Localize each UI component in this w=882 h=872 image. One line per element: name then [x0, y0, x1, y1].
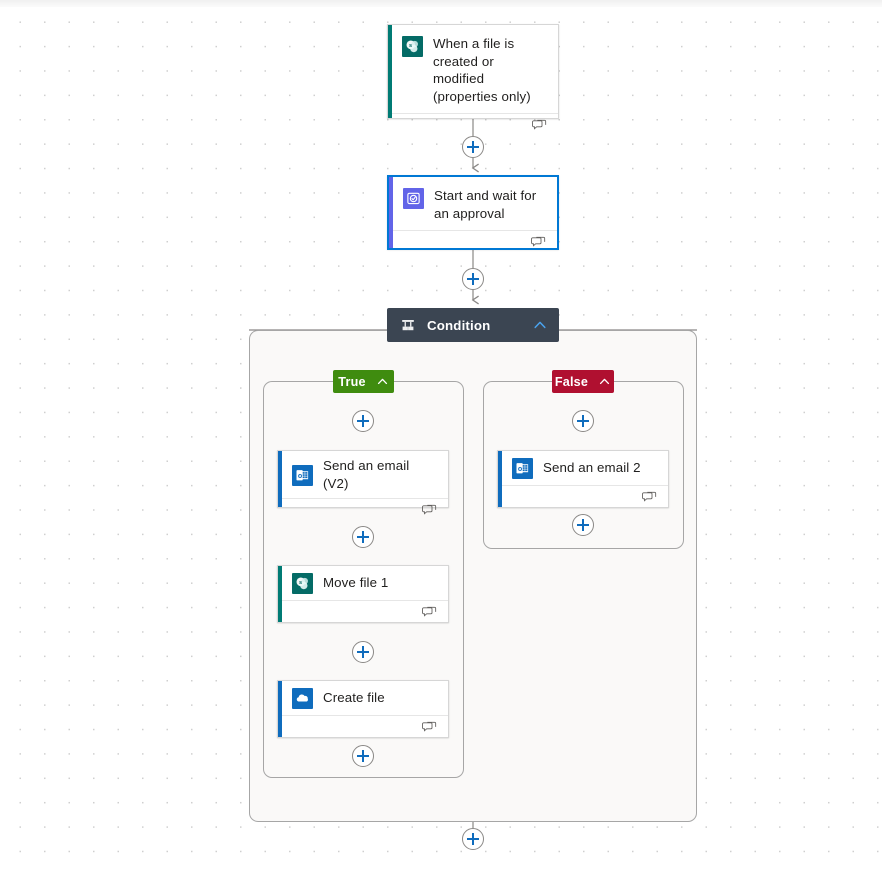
card-title: Send an email 2	[543, 460, 641, 476]
chevron-up-icon[interactable]	[532, 317, 548, 333]
card-title: Send an email (V2)	[323, 458, 410, 491]
card-accent-bar	[498, 451, 502, 507]
insert-step-button-false-top[interactable]	[572, 410, 594, 432]
card-title: When a file is created or modified (prop…	[433, 36, 531, 104]
comment-icon[interactable]	[532, 119, 547, 132]
false-branch-pill[interactable]: False	[552, 370, 614, 393]
card-header: Create file	[278, 681, 448, 715]
card-accent-bar	[278, 451, 282, 507]
card-header: s When a file is created or modified (pr…	[388, 25, 558, 113]
chevron-up-icon[interactable]	[376, 375, 389, 388]
card-header: o Send an email (V2)	[278, 451, 448, 498]
action-card-create-file[interactable]: Create file	[277, 680, 449, 738]
insert-step-button-false-bottom[interactable]	[572, 514, 594, 536]
insert-step-button-true-top[interactable]	[352, 410, 374, 432]
card-title: Move file 1	[323, 575, 389, 591]
action-card-move-file-1[interactable]: s Move file 1	[277, 565, 449, 623]
condition-header[interactable]: Condition	[387, 308, 559, 342]
card-header: s Move file 1	[278, 566, 448, 600]
svg-text:o: o	[518, 465, 523, 473]
card-footer	[498, 485, 668, 508]
trigger-card-when-a-file-is-created-or-modified[interactable]: s When a file is created or modified (pr…	[387, 24, 559, 130]
comment-icon[interactable]	[531, 236, 546, 249]
card-title: Start and wait for an approval	[434, 188, 537, 221]
card-footer	[278, 600, 448, 623]
onedrive-icon	[292, 688, 313, 709]
true-branch-pill[interactable]: True	[333, 370, 394, 393]
card-accent-bar	[278, 566, 282, 622]
chevron-up-icon[interactable]	[598, 375, 611, 388]
card-accent-bar	[278, 681, 282, 737]
card-accent-bar	[388, 25, 392, 118]
card-footer	[388, 113, 558, 136]
outlook-icon: o	[512, 458, 533, 479]
insert-step-button-true-middle-1[interactable]	[352, 526, 374, 548]
comment-icon[interactable]	[642, 491, 657, 504]
svg-text:o: o	[298, 471, 303, 479]
action-card-send-an-email-2[interactable]: o Send an email 2	[497, 450, 669, 508]
action-card-send-an-email-v2[interactable]: o Send an email (V2)	[277, 450, 449, 515]
comment-icon[interactable]	[422, 606, 437, 619]
false-branch-label: False	[554, 374, 589, 389]
card-footer	[278, 498, 448, 521]
svg-text:s: s	[409, 43, 412, 49]
card-accent-bar	[389, 177, 393, 248]
true-branch-label: True	[338, 374, 366, 389]
insert-step-button-after-approval[interactable]	[462, 268, 484, 290]
insert-step-button-true-middle-2[interactable]	[352, 641, 374, 663]
action-card-start-and-wait-for-an-approval[interactable]: Start and wait for an approval	[387, 175, 559, 250]
card-header: Start and wait for an approval	[389, 177, 557, 230]
card-title: Create file	[323, 690, 385, 706]
flow-canvas[interactable]: s When a file is created or modified (pr…	[0, 0, 882, 872]
condition-title: Condition	[427, 317, 491, 333]
card-footer	[389, 230, 557, 253]
insert-step-button-after-trigger[interactable]	[462, 136, 484, 158]
card-header: o Send an email 2	[498, 451, 668, 485]
sharepoint-icon: s	[292, 573, 313, 594]
condition-icon	[402, 320, 414, 331]
insert-step-button-true-bottom[interactable]	[352, 745, 374, 767]
approvals-icon	[403, 188, 424, 209]
canvas-top-band	[0, 0, 882, 7]
comment-icon[interactable]	[422, 504, 437, 517]
sharepoint-icon: s	[402, 36, 423, 57]
insert-step-button-after-condition[interactable]	[462, 828, 484, 850]
svg-text:s: s	[299, 580, 302, 586]
comment-icon[interactable]	[422, 721, 437, 734]
card-footer	[278, 715, 448, 738]
outlook-icon: o	[292, 464, 313, 486]
